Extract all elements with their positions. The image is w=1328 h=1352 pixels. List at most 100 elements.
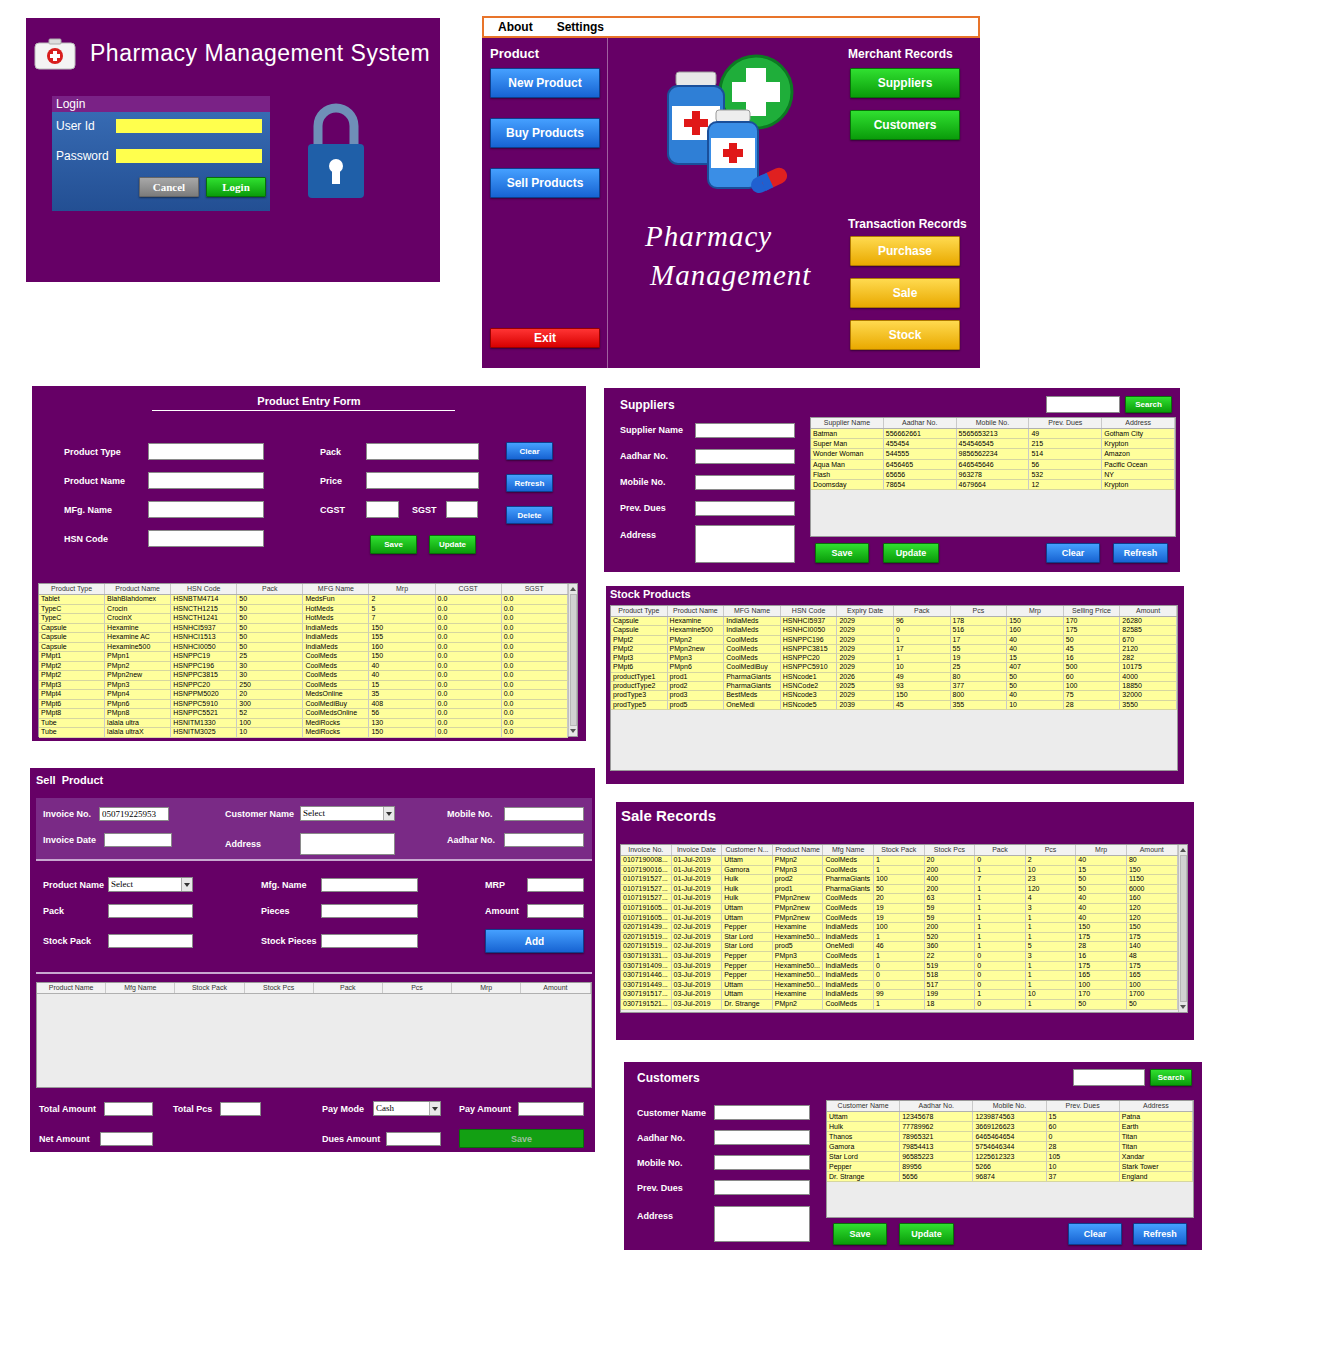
customer-dropdown[interactable]: Select [300, 806, 395, 821]
text-field[interactable] [104, 1102, 153, 1116]
table-row[interactable]: Thanos7896532164654646540Titan [827, 1132, 1193, 1142]
table-row[interactable]: 0107191605...01-Jul-2019UttamPMpn2newCoo… [621, 914, 1178, 924]
product-menu-button[interactable]: New Product [490, 68, 600, 98]
table-row[interactable]: PMpt6PMpn6CoolMediBuyHSNPPC5910202910254… [611, 663, 1177, 672]
address-field[interactable] [714, 1206, 810, 1242]
column-header[interactable]: Pack [314, 983, 383, 993]
action-button[interactable]: Update [883, 543, 939, 563]
text-field[interactable] [386, 1132, 441, 1146]
text-field[interactable] [148, 501, 264, 518]
side-button[interactable]: Refresh [506, 474, 553, 492]
column-header[interactable]: HSN Code [781, 606, 838, 616]
table-row[interactable]: productType2prod2PharmaGiantsHSNCode2202… [611, 682, 1177, 691]
column-header[interactable]: Amount [1127, 845, 1178, 855]
table-row[interactable]: PMpt2PMpn2newHSNPPC381530CoolMeds400.00.… [39, 671, 568, 681]
column-header[interactable]: Mrp [452, 983, 521, 993]
table-row[interactable]: CapsuleHexamine500IndiaMedsHSNHCI0050202… [611, 626, 1177, 635]
column-header[interactable]: Mrp [369, 584, 435, 594]
column-header[interactable]: Address [1120, 1101, 1193, 1111]
column-header[interactable]: Product Name [773, 845, 824, 855]
table-row[interactable]: 0107190016...01-Jul-2019GamoraPMpn3CoolM… [621, 866, 1178, 876]
table-row[interactable]: PMpt2PMpn2CoolMedsHSNPPC1962029117405067… [611, 636, 1177, 645]
table-row[interactable]: 0207191439...02-Jul-2019PepperHexamineIn… [621, 923, 1178, 933]
column-header[interactable]: Amount [1120, 606, 1177, 616]
table-row[interactable]: Super Man455454454546545215Krypton [811, 439, 1175, 449]
text-field[interactable] [714, 1180, 810, 1195]
product-menu-button[interactable]: Sell Products [490, 168, 600, 198]
text-field[interactable] [321, 904, 418, 918]
column-header[interactable]: Invoice No. [621, 845, 672, 855]
table-row[interactable]: 0207191519...02-Jul-2019Star LordHexamin… [621, 933, 1178, 943]
table-row[interactable]: prodType3prod3BestMedsHSNcode32029150800… [611, 691, 1177, 700]
column-header[interactable]: Address [1102, 418, 1175, 428]
table-row[interactable]: 0107191527...01-Jul-2019Hulkprod2PharmaG… [621, 875, 1178, 885]
text-field[interactable] [504, 807, 584, 821]
column-header[interactable]: Pcs [383, 983, 452, 993]
scroll-thumb[interactable] [570, 594, 577, 726]
column-header[interactable]: Supplier Name [811, 418, 884, 428]
scroll-thumb[interactable] [1180, 855, 1187, 1002]
table-row[interactable]: PMpt4PMpn4HSNPPM502020MedsOnline350.00.0 [39, 690, 568, 700]
column-header[interactable]: Product Name [37, 983, 106, 993]
table-row[interactable]: 0307191446...03-Jul-2019PepperHexamine50… [621, 971, 1178, 981]
column-header[interactable]: Pack [237, 584, 303, 594]
product-menu-button[interactable]: Buy Products [490, 118, 600, 148]
column-header[interactable]: MFG Name [303, 584, 369, 594]
column-header[interactable]: Mobile No. [957, 418, 1030, 428]
table-row[interactable]: 0307191449...03-Jul-2019UttamHexamine50.… [621, 981, 1178, 991]
transaction-button[interactable]: Sale [850, 278, 960, 308]
column-header[interactable]: Stock Pack [874, 845, 925, 855]
table-row[interactable]: Pepper89956526610Stark Tower [827, 1162, 1193, 1172]
table-row[interactable]: TypeCCrocinHSNCTH121550HotMeds50.00.0 [39, 605, 568, 615]
table-row[interactable]: 0307191409...03-Jul-2019PepperHexamine50… [621, 962, 1178, 972]
address-field[interactable] [695, 525, 795, 563]
table-row[interactable]: 0107191527...01-Jul-2019HulkPMpn2newCool… [621, 894, 1178, 904]
text-field[interactable] [527, 878, 584, 892]
table-row[interactable]: PMpt8PMpn8HSNPPC552152CoolMedsOnline560.… [39, 709, 568, 719]
column-header[interactable]: Mfg Name [106, 983, 175, 993]
action-button[interactable]: Save [815, 543, 869, 563]
table-row[interactable]: CapsuleHexamine ACHSNHCI151350IndiaMeds1… [39, 633, 568, 643]
scrollbar[interactable] [1178, 845, 1187, 1012]
scroll-up-icon[interactable] [570, 587, 576, 591]
text-field[interactable] [366, 472, 479, 489]
table-row[interactable]: Aqua Man645646564654564656Pacific Ocean [811, 460, 1175, 470]
table-row[interactable]: PMpt1PMpn1HSNPPC1925CoolMeds1500.00.0 [39, 652, 568, 662]
text-field[interactable] [714, 1155, 810, 1170]
table-row[interactable]: 0307191331...03-Jul-2019PepperPMpn3CoolM… [621, 952, 1178, 962]
table-row[interactable]: Tubelalala ultraXHSNITM302510MediRocks15… [39, 728, 568, 738]
table-row[interactable]: CapsuleHexamineIndiaMedsHSNHCI5937202996… [611, 617, 1177, 626]
table-row[interactable]: Uttam12345678123987456315Patna [827, 1112, 1193, 1122]
text-field[interactable] [366, 501, 399, 518]
table-row[interactable]: Dr. Strange56569687437England [827, 1172, 1193, 1182]
text-field[interactable] [148, 472, 264, 489]
column-header[interactable]: MFG Name [724, 606, 781, 616]
transaction-button[interactable]: Stock [850, 320, 960, 350]
column-header[interactable]: Customer Name [827, 1101, 900, 1111]
column-header[interactable]: Amount [521, 983, 590, 993]
column-header[interactable]: Stock Pcs [925, 845, 976, 855]
table-row[interactable]: 0207191519...02-Jul-2019Star Lordprod5On… [621, 942, 1178, 952]
table-row[interactable]: Batman556662661556565321349Gotham City [811, 429, 1175, 439]
product-dropdown[interactable]: Select [108, 877, 193, 892]
table-row[interactable]: PMpt3PMpn3HSNPPC20250CoolMeds150.00.0 [39, 681, 568, 691]
column-header[interactable]: Prev. Dues [1047, 1101, 1120, 1111]
column-header[interactable]: Mrp [1007, 606, 1064, 616]
table-row[interactable]: Gamora79854413575464634428Titan [827, 1142, 1193, 1152]
table-row[interactable]: CapsuleHexamine500HSNHCI005050IndiaMeds1… [39, 643, 568, 653]
table-row[interactable]: productType1prod1PharmaGiantsHSNcode1202… [611, 673, 1177, 682]
invoice-number-field[interactable] [99, 807, 169, 821]
side-button[interactable]: Delete [506, 506, 553, 524]
table-row[interactable]: TabletBlahBlahdomexHSNBTM471450MedsFun20… [39, 595, 568, 605]
table-row[interactable]: 0307191521...03-Jul-2019Dr. StrangePMpn2… [621, 1000, 1178, 1010]
column-header[interactable]: Aadhar No. [884, 418, 957, 428]
column-header[interactable]: SGST [502, 584, 568, 594]
text-field[interactable] [104, 833, 172, 847]
text-field[interactable] [108, 904, 193, 918]
scroll-down-icon[interactable] [570, 729, 576, 733]
column-header[interactable]: Pack [975, 845, 1026, 855]
table-row[interactable]: CapsuleHexamineHSNHCI593750IndiaMeds1500… [39, 624, 568, 634]
text-field[interactable] [366, 443, 479, 460]
text-field[interactable] [695, 475, 795, 490]
column-header[interactable]: Mobile No. [973, 1101, 1046, 1111]
